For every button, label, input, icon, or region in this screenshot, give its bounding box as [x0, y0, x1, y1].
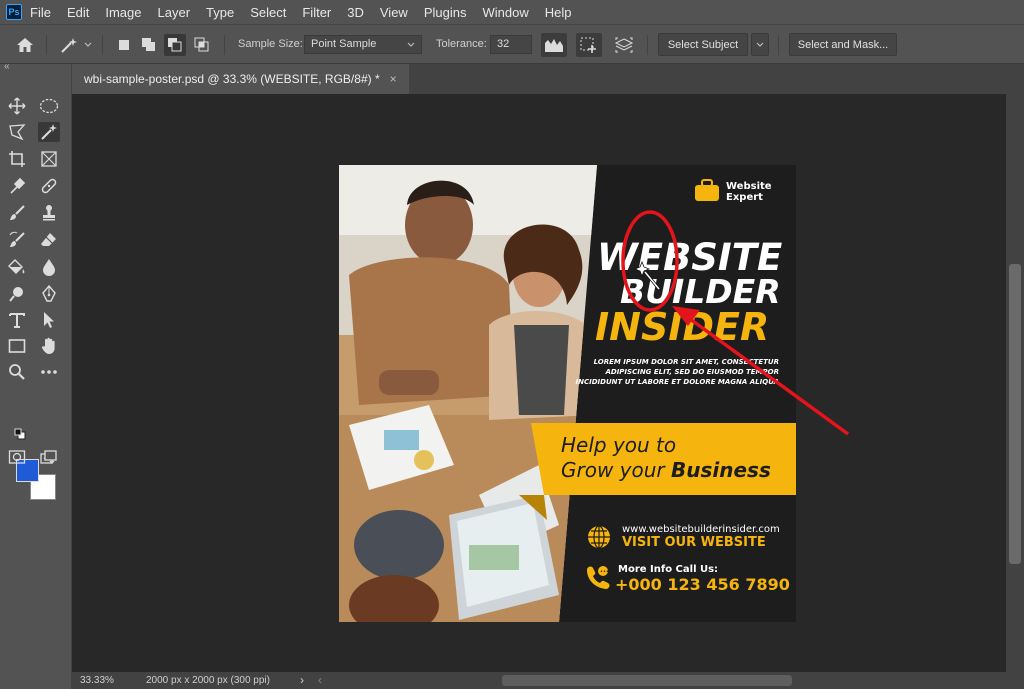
screen-mode-icon[interactable]	[38, 447, 60, 467]
photoshop-logo-icon: Ps	[6, 4, 22, 20]
clone-stamp-icon[interactable]	[38, 203, 60, 223]
home-icon[interactable]	[14, 35, 36, 55]
menu-bar: Ps File Edit Image Layer Type Select Fil…	[0, 0, 1024, 24]
magic-wand-icon[interactable]	[38, 122, 60, 142]
type-icon[interactable]	[6, 310, 28, 330]
crop-icon[interactable]	[6, 149, 28, 169]
subtract-from-selection-icon[interactable]	[164, 34, 186, 56]
annotation-overlay	[621, 210, 850, 436]
menu-plugins[interactable]: Plugins	[424, 5, 467, 20]
menu-window[interactable]: Window	[482, 5, 528, 20]
eyedropper-icon[interactable]	[6, 176, 28, 196]
menu-type[interactable]: Type	[206, 5, 234, 20]
magic-wand-preset-icon[interactable]	[58, 35, 80, 55]
sample-size-value: Point Sample	[311, 38, 377, 50]
collapse-panel-icon[interactable]: «	[4, 61, 10, 72]
move-icon[interactable]	[6, 96, 28, 116]
magic-wand-cursor-icon	[633, 260, 661, 290]
brush-icon[interactable]	[6, 203, 28, 223]
elliptical-marquee-icon[interactable]	[38, 96, 60, 116]
vertical-scrollbar[interactable]	[1006, 94, 1024, 672]
eraser-icon[interactable]	[38, 230, 60, 250]
tolerance-input[interactable]: 32	[490, 35, 532, 54]
menu-image[interactable]: Image	[105, 5, 141, 20]
more-tools-icon[interactable]	[38, 362, 60, 382]
menu-view[interactable]: View	[380, 5, 408, 20]
horizontal-scrollbar-thumb[interactable]	[502, 675, 792, 686]
paint-bucket-icon[interactable]	[6, 257, 28, 277]
menu-3d[interactable]: 3D	[347, 5, 364, 20]
menu-filter[interactable]: Filter	[302, 5, 331, 20]
canvas-workspace[interactable]: ••• Website Expert WEBSITE BUILDER INSID…	[72, 94, 1006, 672]
intersect-selection-icon[interactable]	[191, 35, 213, 55]
blur-icon[interactable]	[38, 257, 60, 277]
default-colors-icon[interactable]	[14, 428, 26, 440]
status-menu-arrow[interactable]: ›	[300, 673, 304, 687]
anti-alias-icon[interactable]	[541, 33, 567, 57]
document-info: 2000 px x 2000 px (300 ppi)	[146, 675, 270, 686]
options-bar: Sample Size: Point Sample Tolerance: 32 …	[0, 24, 1024, 64]
close-icon[interactable]: ×	[390, 72, 397, 86]
select-and-mask-button[interactable]: Select and Mask...	[789, 33, 897, 56]
tools-panel: «	[0, 61, 72, 689]
dodge-icon[interactable]	[6, 284, 28, 304]
sample-size-label: Sample Size:	[238, 38, 303, 50]
tolerance-label: Tolerance:	[436, 38, 487, 50]
status-bar: 33.33% 2000 px x 2000 px (300 ppi) › ‹	[72, 672, 1024, 689]
menu-edit[interactable]: Edit	[67, 5, 89, 20]
sample-size-select[interactable]: Point Sample	[304, 35, 422, 54]
path-selection-icon[interactable]	[38, 310, 60, 330]
hand-icon[interactable]	[38, 336, 60, 356]
sample-all-layers-icon[interactable]	[611, 33, 637, 57]
new-selection-icon[interactable]	[114, 35, 134, 55]
document-tab[interactable]: wbi-sample-poster.psd @ 33.3% (WEBSITE, …	[72, 64, 409, 94]
polygonal-lasso-icon[interactable]	[6, 122, 28, 142]
vertical-scrollbar-thumb[interactable]	[1009, 264, 1021, 564]
menu-file[interactable]: File	[30, 5, 51, 20]
menu-help[interactable]: Help	[545, 5, 572, 20]
healing-brush-icon[interactable]	[38, 176, 60, 196]
zoom-icon[interactable]	[6, 362, 28, 382]
add-to-selection-icon[interactable]	[139, 35, 159, 55]
quick-mask-icon[interactable]	[6, 447, 28, 467]
chevron-down-icon	[756, 42, 764, 47]
contiguous-icon[interactable]	[576, 33, 602, 57]
document-tab-bar: wbi-sample-poster.psd @ 33.3% (WEBSITE, …	[72, 64, 1024, 94]
menu-select[interactable]: Select	[250, 5, 286, 20]
rectangle-icon[interactable]	[6, 336, 28, 356]
history-brush-icon[interactable]	[6, 230, 28, 250]
menu-layer[interactable]: Layer	[158, 5, 191, 20]
zoom-level[interactable]: 33.33%	[80, 675, 114, 686]
select-subject-button[interactable]: Select Subject	[658, 33, 748, 56]
chevron-down-icon[interactable]	[83, 39, 93, 51]
pen-icon[interactable]	[38, 284, 60, 304]
scroll-left-icon[interactable]: ‹	[318, 673, 322, 687]
select-subject-dropdown[interactable]	[751, 33, 769, 56]
frame-icon[interactable]	[38, 149, 60, 169]
annotation-arrow	[684, 314, 850, 436]
document-tab-title: wbi-sample-poster.psd @ 33.3% (WEBSITE, …	[84, 72, 380, 86]
annotation-circle	[621, 210, 679, 312]
chevron-down-icon	[407, 42, 415, 47]
